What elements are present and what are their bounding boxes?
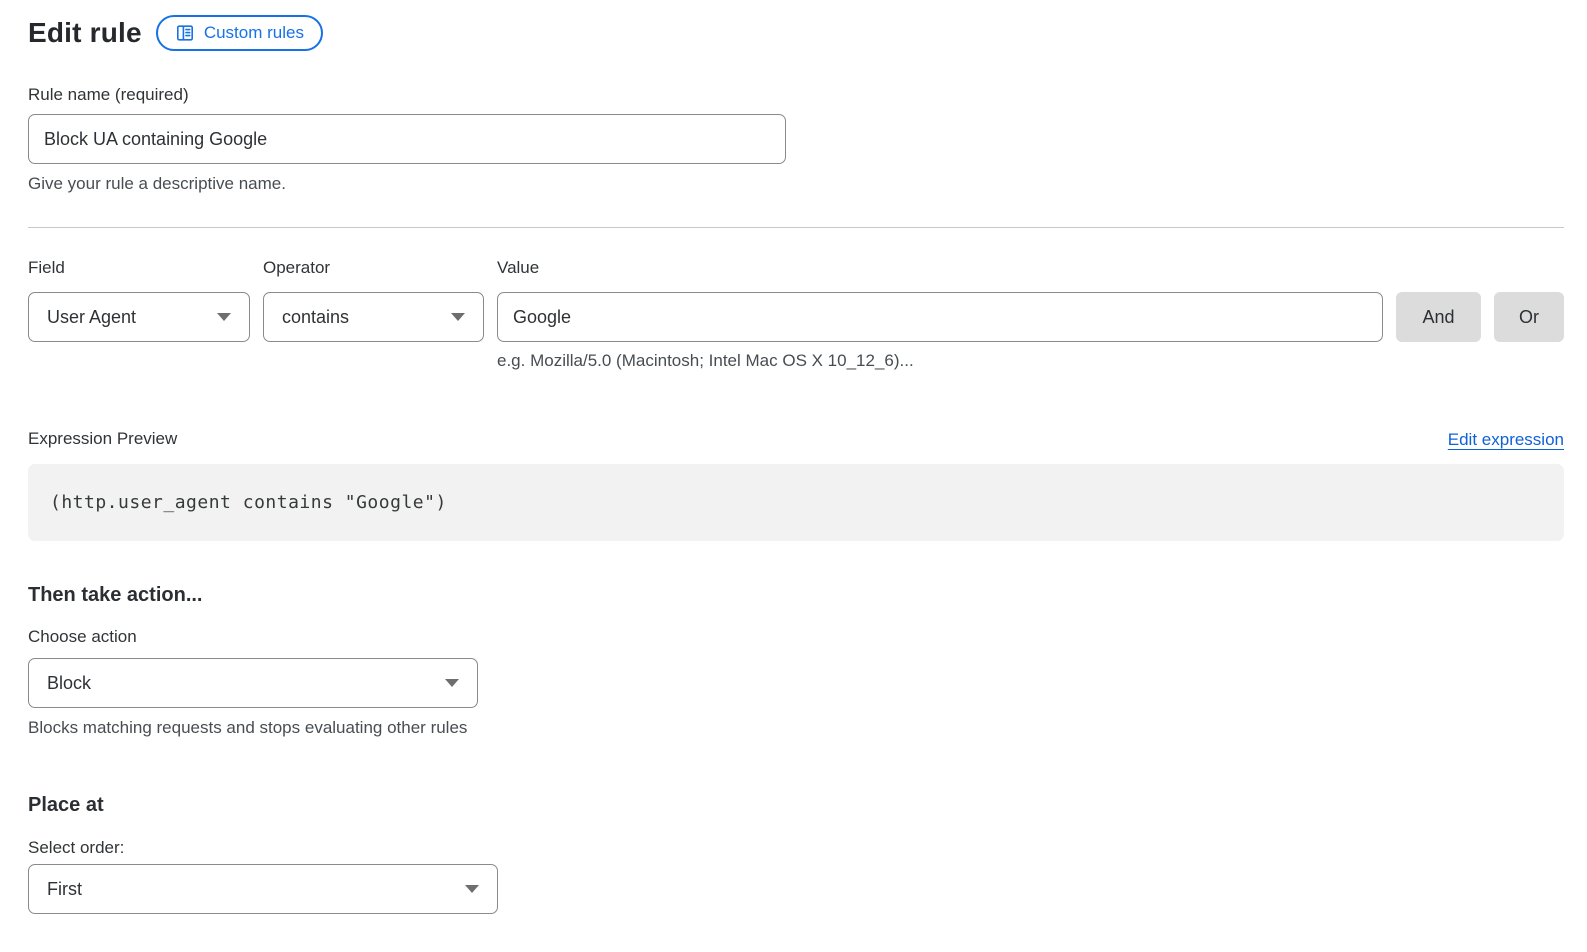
value-label: Value	[497, 257, 1383, 279]
place-at-heading: Place at	[28, 793, 1564, 817]
field-select[interactable]: User Agent	[28, 292, 250, 342]
chevron-down-icon	[217, 313, 231, 321]
rule-name-input[interactable]	[28, 114, 786, 164]
value-help: e.g. Mozilla/5.0 (Macintosh; Intel Mac O…	[497, 350, 1383, 372]
chevron-down-icon	[465, 885, 479, 893]
edit-expression-link[interactable]: Edit expression	[1448, 430, 1564, 450]
operator-select-value: contains	[282, 307, 349, 328]
expression-code-text: (http.user_agent contains "Google")	[50, 492, 447, 513]
rule-name-label: Rule name (required)	[28, 84, 1564, 106]
action-section-heading: Then take action...	[28, 583, 1564, 607]
page-title: Edit rule	[28, 17, 142, 49]
operator-label: Operator	[263, 257, 484, 279]
expression-code-preview: (http.user_agent contains "Google")	[28, 464, 1564, 541]
rule-name-help: Give your rule a descriptive name.	[28, 173, 1564, 195]
book-icon	[175, 23, 195, 43]
value-input[interactable]	[497, 292, 1383, 342]
field-select-value: User Agent	[47, 307, 136, 328]
or-button[interactable]: Or	[1494, 292, 1564, 342]
condition-row: Field User Agent Operator contains Value…	[28, 257, 1564, 372]
select-order-label: Select order:	[28, 837, 1564, 859]
field-label: Field	[28, 257, 250, 279]
custom-rules-badge[interactable]: Custom rules	[156, 15, 323, 51]
chevron-down-icon	[451, 313, 465, 321]
action-select[interactable]: Block	[28, 658, 478, 708]
choose-action-label: Choose action	[28, 626, 1564, 648]
and-button[interactable]: And	[1396, 292, 1481, 342]
custom-rules-badge-label: Custom rules	[204, 23, 304, 43]
page-header: Edit rule Custom rules	[28, 14, 1564, 52]
expression-preview-row: Expression Preview Edit expression	[28, 428, 1564, 450]
order-select[interactable]: First	[28, 864, 498, 914]
order-select-value: First	[47, 879, 82, 900]
expression-preview-label: Expression Preview	[28, 428, 177, 450]
edit-rule-form: Edit rule Custom rules Rule name (requir…	[28, 0, 1564, 914]
chevron-down-icon	[445, 679, 459, 687]
operator-select[interactable]: contains	[263, 292, 484, 342]
section-divider	[28, 227, 1564, 228]
action-select-value: Block	[47, 673, 91, 694]
action-help: Blocks matching requests and stops evalu…	[28, 717, 1564, 739]
